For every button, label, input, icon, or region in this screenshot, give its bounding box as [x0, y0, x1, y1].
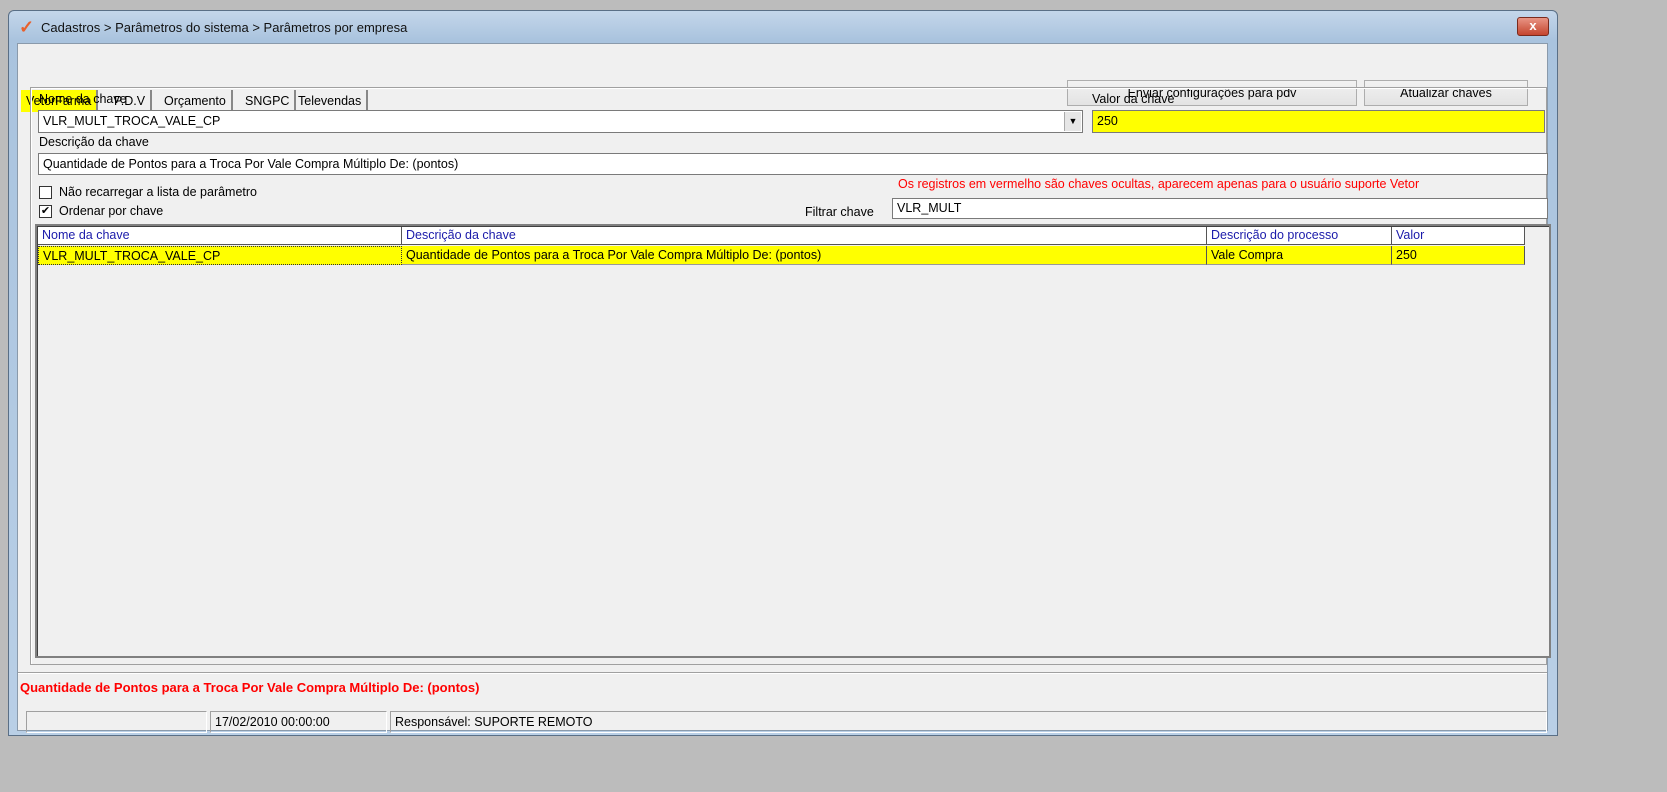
no-reload-label: Não recarregar a lista de parâmetro	[59, 185, 258, 199]
filter-input[interactable]: VLR_MULT	[892, 198, 1548, 219]
key-name-label: Nome da chave	[39, 92, 127, 106]
key-value-input[interactable]: 250	[1092, 110, 1545, 133]
chevron-down-icon[interactable]: ▼	[1064, 112, 1081, 131]
divider	[18, 672, 1547, 674]
key-name-combobox[interactable]: VLR_MULT_TROCA_VALE_CP ▼	[38, 110, 1083, 133]
column-header-key-name[interactable]: Nome da chave	[38, 227, 402, 245]
table-cell-key-name[interactable]: VLR_MULT_TROCA_VALE_CP	[38, 246, 402, 265]
hidden-keys-note: Os registros em vermelho são chaves ocul…	[898, 177, 1420, 191]
status-date: 17/02/2010 00:00:00	[210, 711, 387, 733]
filter-label: Filtrar chave	[805, 205, 874, 219]
client-area: VetorFarma P.D.V Orçamento SNGPC Televen…	[17, 43, 1551, 733]
no-reload-checkbox[interactable]	[39, 186, 52, 199]
table-cell-description[interactable]: Quantidade de Pontos para a Troca Por Va…	[402, 246, 1207, 265]
key-value-label: Valor da chave	[1092, 92, 1175, 106]
vetor-logo-icon: ✓	[19, 17, 35, 37]
table-cell-process[interactable]: Vale Compra	[1207, 246, 1392, 265]
close-button[interactable]: x	[1517, 17, 1549, 36]
app-window: ✓ Cadastros > Parâmetros do sistema > Pa…	[8, 10, 1558, 736]
selected-key-description: Quantidade de Pontos para a Troca Por Va…	[20, 680, 480, 695]
title-bar[interactable]: ✓ Cadastros > Parâmetros do sistema > Pa…	[9, 11, 1557, 43]
keys-grid: Nome da chave Descrição da chave Descriç…	[35, 224, 1551, 658]
status-responsible: Responsável: SUPORTE REMOTO	[390, 711, 1547, 733]
key-name-value: VLR_MULT_TROCA_VALE_CP	[43, 114, 221, 128]
window-title: Cadastros > Parâmetros do sistema > Parâ…	[41, 20, 408, 35]
description-input[interactable]: Quantidade de Pontos para a Troca Por Va…	[38, 153, 1548, 175]
column-header-process[interactable]: Descrição do processo	[1207, 227, 1392, 245]
description-label: Descrição da chave	[39, 135, 149, 149]
order-by-key-checkbox[interactable]: ✔	[39, 205, 52, 218]
column-header-description[interactable]: Descrição da chave	[402, 227, 1207, 245]
order-by-key-label: Ordenar por chave	[59, 204, 164, 218]
table-cell-value[interactable]: 250	[1392, 246, 1525, 265]
status-panel-empty	[26, 711, 207, 733]
column-header-value[interactable]: Valor	[1392, 227, 1525, 245]
